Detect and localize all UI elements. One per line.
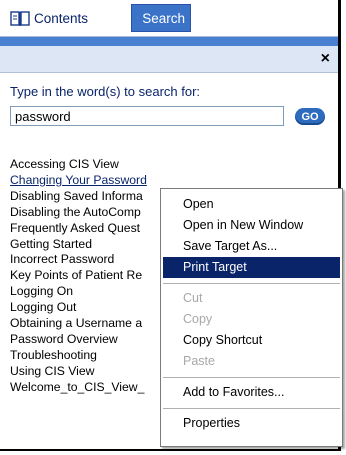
header-band [0,37,338,46]
search-prompt: Type in the word(s) to search for: [10,84,201,99]
tab-contents[interactable]: Contents [5,4,127,32]
menu-item-copy-shortcut[interactable]: Copy Shortcut [163,330,340,351]
context-menu: Open Open in New Window Save Target As..… [160,188,343,447]
close-icon[interactable]: × [321,49,330,69]
search-input[interactable] [10,106,284,126]
go-button[interactable]: GO [295,108,325,125]
tab-search[interactable]: Search [131,4,191,32]
tab-search-label: Search [142,10,185,26]
menu-item-copy: Copy [183,312,213,326]
menu-item-add-favorites[interactable]: Add to Favorites... [163,382,340,403]
tab-bar: Contents Search [0,0,338,37]
menu-item-open[interactable]: Open [163,194,340,215]
menu-separator [163,408,340,409]
menu-separator [163,377,340,378]
menu-item-paste: Paste [183,354,215,368]
list-item[interactable]: Accessing CIS View [10,157,190,173]
search-bubble-icon [137,17,139,19]
menu-item-print-target[interactable]: Print Target [163,257,340,278]
menu-item-cut: Cut [183,291,203,305]
list-item[interactable]: Changing Your Password [10,173,190,189]
tab-contents-label: Contents [34,10,89,26]
pane-toolbar: × [0,46,338,73]
menu-item-properties[interactable]: Properties [163,413,340,434]
menu-item-open-new-window[interactable]: Open in New Window [163,215,340,236]
menu-item-save-target[interactable]: Save Target As... [163,236,340,257]
menu-separator [163,283,340,284]
book-icon [10,10,30,26]
